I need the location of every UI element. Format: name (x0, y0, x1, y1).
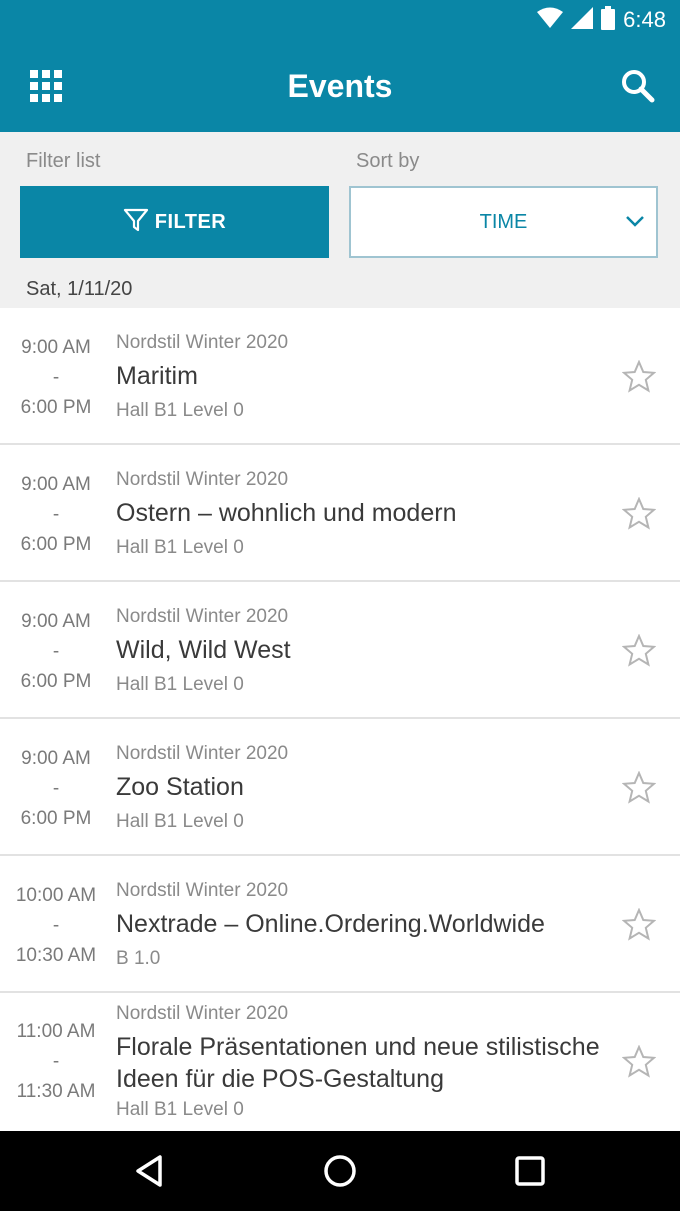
event-location: B 1.0 (116, 948, 161, 969)
event-time: 9:00 AM -6:00 PM (20, 337, 92, 418)
filter-button[interactable]: FILTER (20, 186, 329, 258)
event-series: Nordstil Winter 2020 (116, 332, 289, 353)
event-title: Ostern – wohnlich und modern (116, 499, 457, 527)
event-title: Nextrade – Online.Ordering.Worldwide (116, 910, 545, 938)
date-header: Sat, 1/11/20 (26, 278, 133, 300)
star-icon[interactable] (621, 633, 657, 668)
chevron-down-icon (624, 210, 646, 237)
app-bar: Events (0, 40, 680, 132)
event-item[interactable]: 11:00 AM -11:30 AM Nordstil Winter 2020 F… (0, 993, 680, 1133)
back-icon[interactable] (130, 1151, 170, 1191)
star-icon[interactable] (621, 359, 657, 394)
sort-by-label: Sort by (356, 150, 420, 172)
event-series: Nordstil Winter 2020 (116, 743, 289, 764)
funnel-icon (123, 207, 149, 238)
home-icon[interactable] (320, 1151, 360, 1191)
event-list: 9:00 AM -6:00 PM Nordstil Winter 2020 Mar… (0, 308, 680, 1133)
event-location: Hall B1 Level 0 (116, 674, 244, 695)
event-time: 9:00 AM -6:00 PM (20, 748, 92, 829)
search-icon[interactable] (620, 68, 656, 104)
sort-value: TIME (479, 211, 528, 233)
filter-list-label: Filter list (26, 150, 101, 172)
event-time: 10:00 AM -10:30 AM (15, 885, 97, 966)
event-title: Wild, Wild West (116, 636, 291, 664)
event-time: 9:00 AM -6:00 PM (20, 611, 92, 692)
event-series: Nordstil Winter 2020 (116, 880, 289, 901)
event-title: Florale Präsentationen und neue stilisti… (116, 1033, 600, 1093)
sort-dropdown[interactable]: TIME (349, 186, 658, 258)
event-item[interactable]: 9:00 AM -6:00 PM Nordstil Winter 2020 Ost… (0, 445, 680, 582)
event-time: 11:00 AM -11:30 AM (16, 1021, 96, 1102)
wifi-icon (537, 7, 564, 34)
star-icon[interactable] (621, 496, 657, 531)
page-title: Events (287, 68, 393, 104)
star-icon[interactable] (621, 770, 657, 805)
event-item[interactable]: 9:00 AM -6:00 PM Nordstil Winter 2020 Zoo… (0, 719, 680, 856)
event-time: 9:00 AM -6:00 PM (20, 474, 92, 555)
event-item[interactable]: 9:00 AM -6:00 PM Nordstil Winter 2020 Mar… (0, 308, 680, 445)
recents-icon[interactable] (510, 1151, 550, 1191)
event-item[interactable]: 10:00 AM -10:30 AM Nordstil Winter 2020 N… (0, 856, 680, 993)
star-icon[interactable] (621, 907, 657, 942)
status-bar: 6:48 (0, 0, 680, 40)
event-series: Nordstil Winter 2020 (116, 469, 289, 490)
signal-icon (571, 6, 594, 34)
event-location: Hall B1 Level 0 (116, 537, 244, 558)
star-icon[interactable] (621, 1044, 657, 1079)
event-series: Nordstil Winter 2020 (116, 1003, 289, 1024)
status-time: 6:48 (623, 7, 666, 32)
event-title: Zoo Station (116, 773, 244, 801)
event-location: Hall B1 Level 0 (116, 400, 244, 421)
event-location: Hall B1 Level 0 (116, 811, 244, 832)
event-location: Hall B1 Level 0 (116, 1099, 244, 1120)
filter-bar: Filter list Sort by FILTER TIME Sat, 1/1… (0, 132, 680, 308)
event-title: Maritim (116, 362, 198, 390)
event-item[interactable]: 9:00 AM -6:00 PM Nordstil Winter 2020 Wil… (0, 582, 680, 719)
battery-icon (601, 5, 616, 35)
filter-button-label: FILTER (154, 210, 227, 233)
system-nav-bar (0, 1131, 680, 1211)
event-series: Nordstil Winter 2020 (116, 606, 289, 627)
